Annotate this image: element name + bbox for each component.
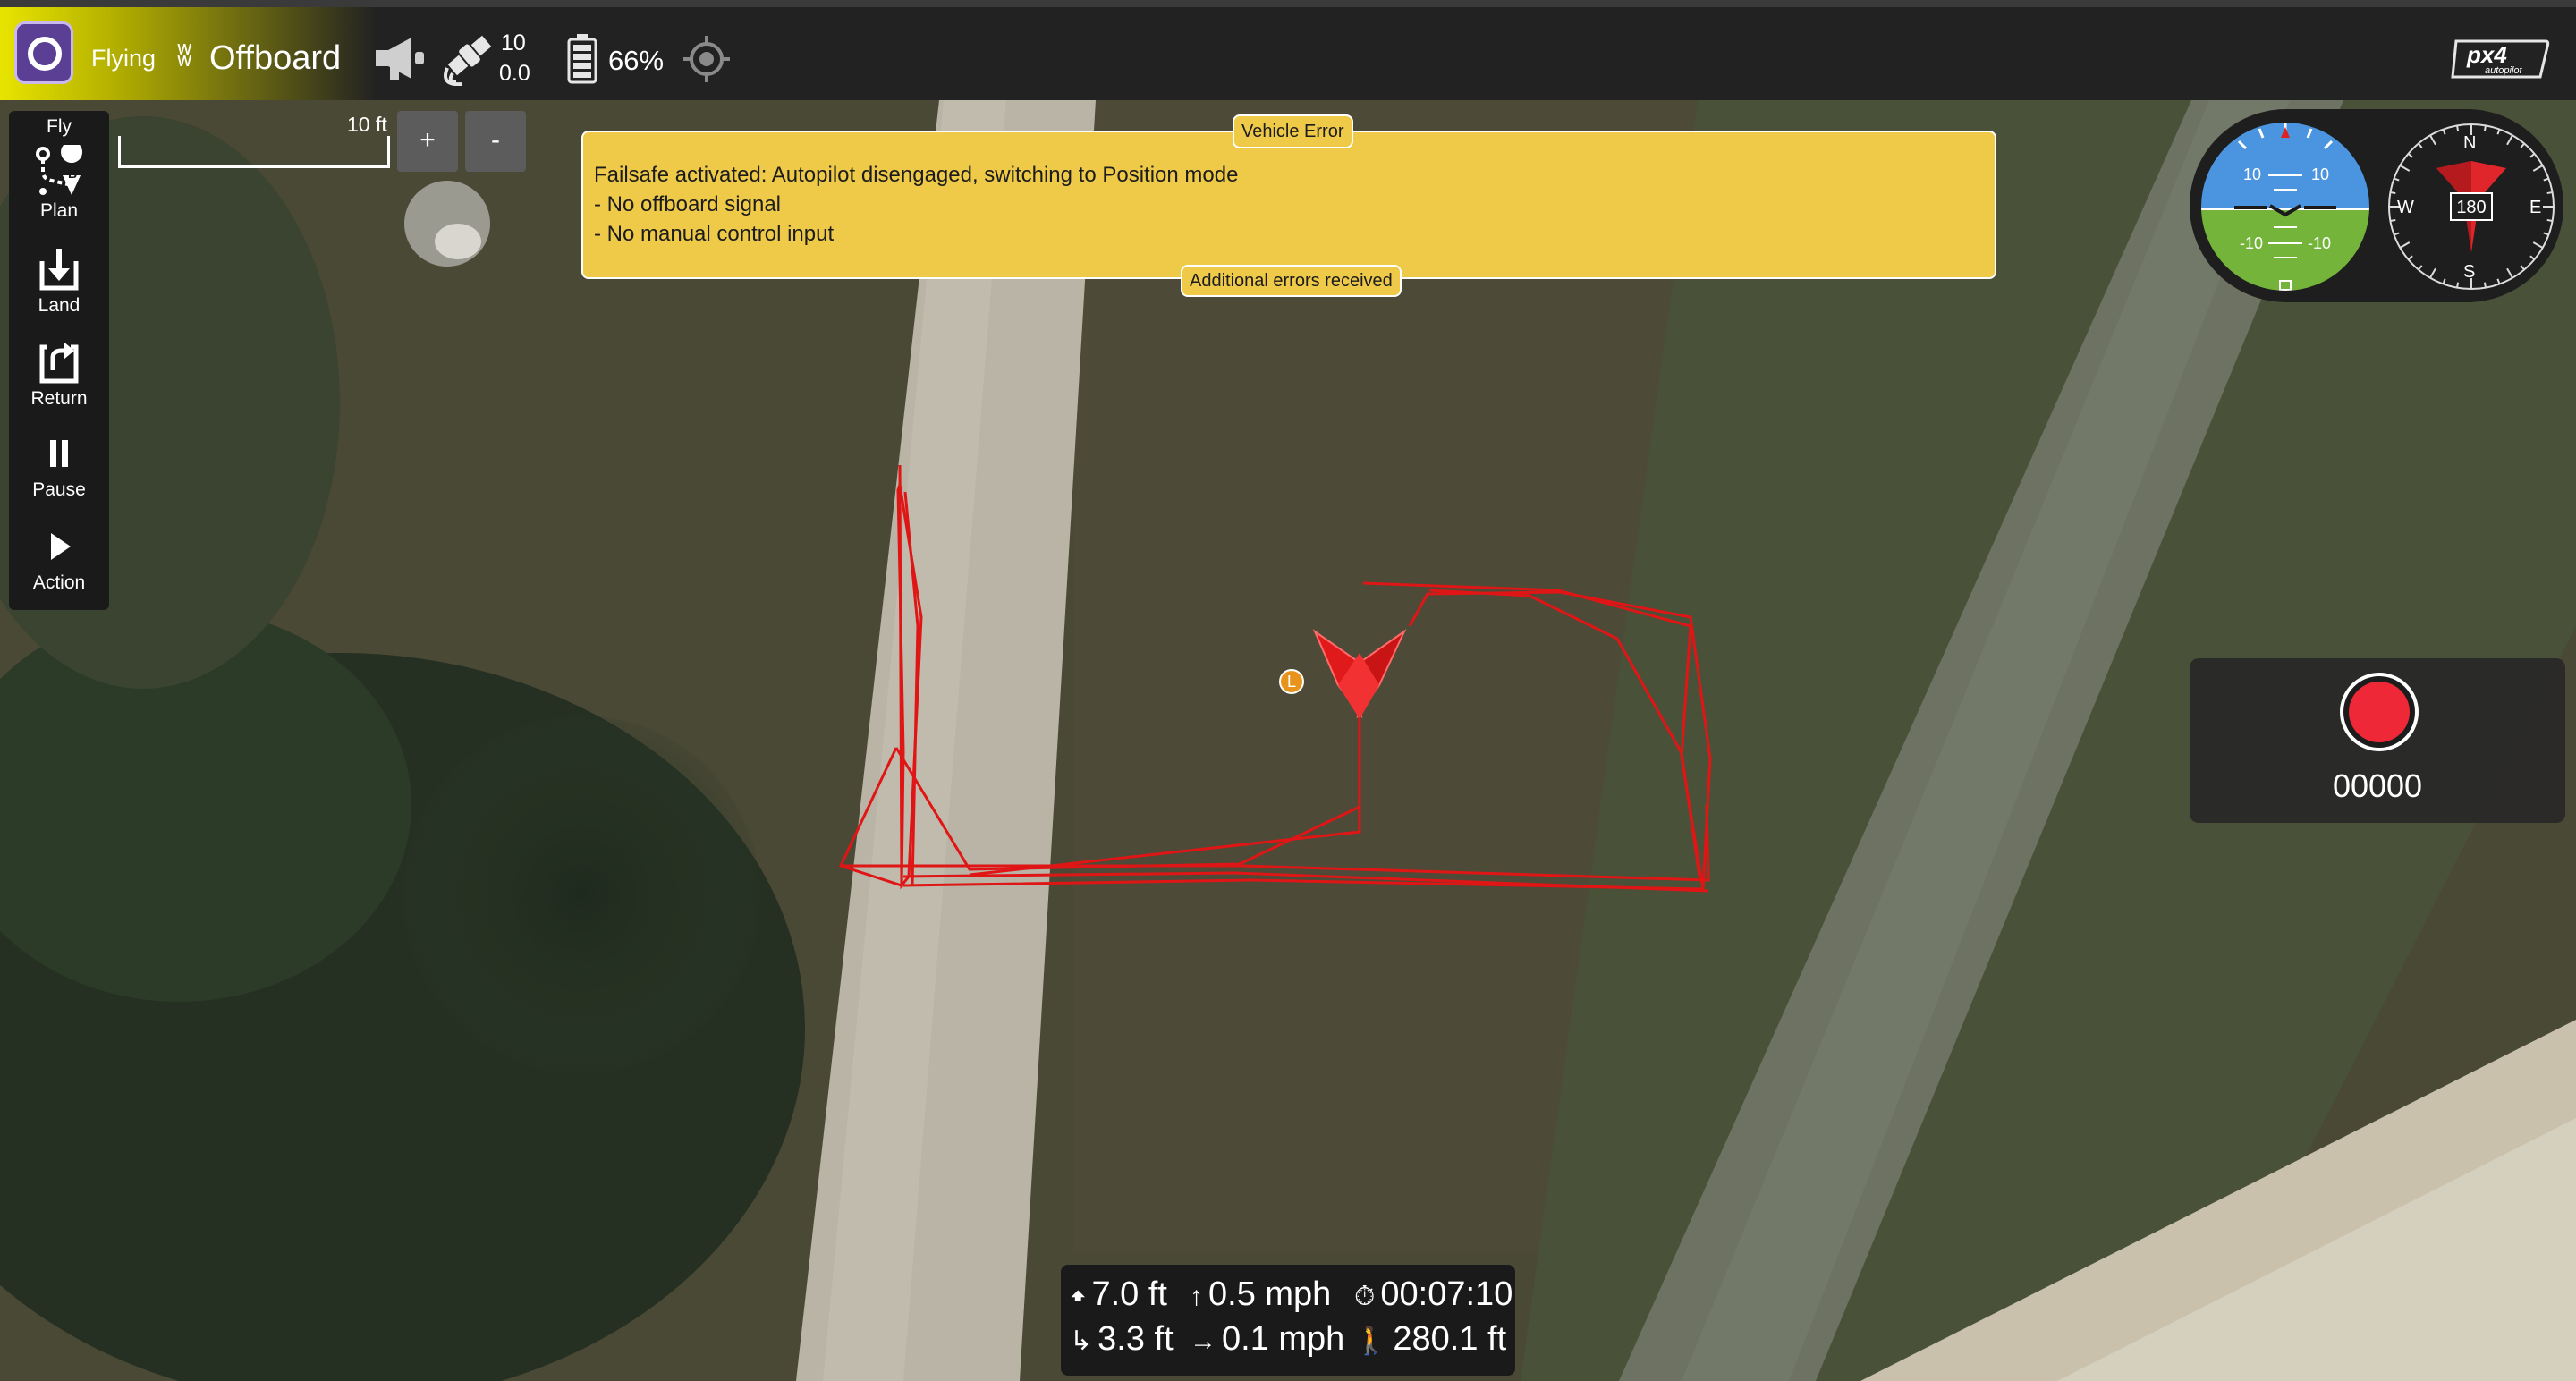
corner-arrow-icon: ↳ bbox=[1070, 1326, 1093, 1356]
toolstrip-fly-header: Fly bbox=[9, 116, 109, 138]
record-time: 00000 bbox=[2332, 767, 2423, 804]
telemetry-values-panel[interactable]: 🠹 7.0 ft ↑ 0.5 mph ⏱ 00:07:10 ↳ 3.3 ft → 0.1 … bbox=[1061, 1265, 1515, 1376]
error-message-line: - No manual control input bbox=[594, 222, 835, 246]
compass-heading: 180 bbox=[2456, 198, 2486, 217]
battery-percent[interactable]: 66% bbox=[608, 45, 664, 77]
waves-icon[interactable]: ʬ bbox=[177, 39, 192, 74]
vertical-speed-icon: ↑ bbox=[1190, 1282, 1203, 1311]
map-scale-bar bbox=[118, 136, 390, 168]
satellite-icon[interactable] bbox=[444, 29, 496, 86]
battery-icon[interactable] bbox=[567, 34, 597, 84]
svg-text:px4: px4 bbox=[2466, 41, 2507, 68]
return-icon bbox=[39, 342, 79, 384]
pause-icon bbox=[50, 440, 68, 467]
error-message-line: - No offboard signal bbox=[594, 192, 782, 216]
pitch-label: -10 bbox=[2308, 234, 2331, 252]
zoom-out-button[interactable]: - bbox=[465, 111, 526, 172]
toolstrip-return-button[interactable]: Return bbox=[9, 338, 109, 410]
flight-state-label[interactable]: Flying bbox=[91, 45, 156, 72]
walk-icon: 🚶 bbox=[1354, 1326, 1388, 1356]
altitude-arrow-icon: 🠹 bbox=[1070, 1282, 1087, 1311]
error-message-line: Failsafe activated: Autopilot disengaged… bbox=[594, 163, 1239, 187]
flight-mode-selector[interactable]: Offboard bbox=[209, 39, 341, 78]
attitude-indicator[interactable]: 10 10 -10 -10 bbox=[2197, 118, 2374, 295]
qgc-app-logo[interactable] bbox=[14, 21, 73, 84]
toolstrip-action-label: Action bbox=[32, 572, 86, 593]
toolstrip-plan-button[interactable]: B Plan bbox=[9, 145, 109, 222]
vehicle-error-banner[interactable] bbox=[581, 131, 1996, 279]
compass-tick bbox=[2483, 125, 2487, 131]
pitch-label: -10 bbox=[2240, 234, 2263, 252]
telemetry-distance-home: 🚶 280.1 ft bbox=[1354, 1320, 1506, 1359]
land-icon bbox=[39, 249, 79, 291]
record-icon bbox=[2349, 682, 2410, 742]
toolstrip-pause-label: Pause bbox=[32, 479, 86, 500]
flight-time-value: 00:07:10 bbox=[1380, 1275, 1513, 1313]
satellite-hdop[interactable]: 0.0 bbox=[499, 61, 530, 87]
compass-tick bbox=[2390, 218, 2396, 222]
megaphone-icon[interactable] bbox=[372, 34, 429, 82]
toolstrip-return-label: Return bbox=[30, 388, 88, 409]
top-toolbar: Flying ʬ Offboard 10 0.0 66% px4 autopil… bbox=[0, 0, 2576, 100]
additional-errors-button[interactable]: Additional errors received bbox=[1181, 265, 1402, 297]
px4-logo: px4 autopilot bbox=[2451, 39, 2550, 79]
compass-tick bbox=[2456, 125, 2460, 131]
horizontal-speed-value: 0.1 mph bbox=[1222, 1320, 1345, 1358]
pitch-label: 10 bbox=[2243, 165, 2261, 183]
record-button[interactable] bbox=[2340, 673, 2419, 751]
fly-toolstrip: Fly B Plan Land Return Pause Action bbox=[9, 111, 109, 610]
gps-target-icon[interactable] bbox=[682, 34, 732, 84]
compass-tick bbox=[2483, 282, 2487, 288]
toolstrip-land-label: Land bbox=[38, 295, 80, 316]
telemetry-home-alt: ↳ 3.3 ft bbox=[1070, 1320, 1174, 1359]
map-scale-label: 10 ft bbox=[347, 113, 387, 136]
horizontal-speed-icon: → bbox=[1190, 1326, 1216, 1356]
compass-east: E bbox=[2529, 198, 2541, 217]
compass-indicator[interactable]: N S E W 180 bbox=[2383, 118, 2560, 295]
pitch-label: 10 bbox=[2311, 165, 2329, 183]
satellite-count[interactable]: 10 bbox=[501, 30, 526, 56]
qgc-logo-ring bbox=[28, 37, 62, 71]
toolstrip-land-button[interactable]: Land bbox=[9, 245, 109, 317]
compass-north: N bbox=[2463, 133, 2476, 153]
toolstrip-fly-label: Fly bbox=[47, 116, 72, 137]
compass-tick bbox=[2546, 191, 2553, 195]
vehicle-error-title: Vehicle Error bbox=[1233, 114, 1353, 148]
launch-marker[interactable]: L bbox=[1279, 669, 1304, 694]
compass-south: S bbox=[2463, 262, 2475, 282]
vertical-speed-value: 0.5 mph bbox=[1208, 1275, 1332, 1313]
svg-text:autopilot: autopilot bbox=[2485, 65, 2523, 76]
telemetry-horizontal-speed: → 0.1 mph bbox=[1190, 1320, 1344, 1359]
compass-tick bbox=[2390, 191, 2396, 195]
distance-home-value: 280.1 ft bbox=[1393, 1320, 1507, 1358]
compass-tick bbox=[2546, 218, 2553, 222]
toolstrip-pause-button[interactable]: Pause bbox=[9, 433, 109, 501]
compass-west: W bbox=[2397, 198, 2414, 217]
home-alt-value: 3.3 ft bbox=[1097, 1320, 1174, 1358]
altitude-value: 7.0 ft bbox=[1091, 1275, 1167, 1313]
timer-icon: ⏱ bbox=[1354, 1282, 1376, 1311]
telemetry-flight-time: ⏱ 00:07:10 bbox=[1354, 1275, 1513, 1314]
plan-icon: B bbox=[36, 145, 83, 195]
play-icon bbox=[51, 533, 71, 560]
zoom-in-button[interactable]: + bbox=[397, 111, 458, 172]
telemetry-vertical-speed: ↑ 0.5 mph bbox=[1190, 1275, 1331, 1314]
toolstrip-plan-label: Plan bbox=[39, 200, 79, 221]
telemetry-altitude: 🠹 7.0 ft bbox=[1070, 1275, 1167, 1322]
toolstrip-action-button[interactable]: Action bbox=[9, 526, 109, 594]
svg-text:B: B bbox=[68, 166, 77, 181]
compass-tick bbox=[2456, 282, 2460, 288]
